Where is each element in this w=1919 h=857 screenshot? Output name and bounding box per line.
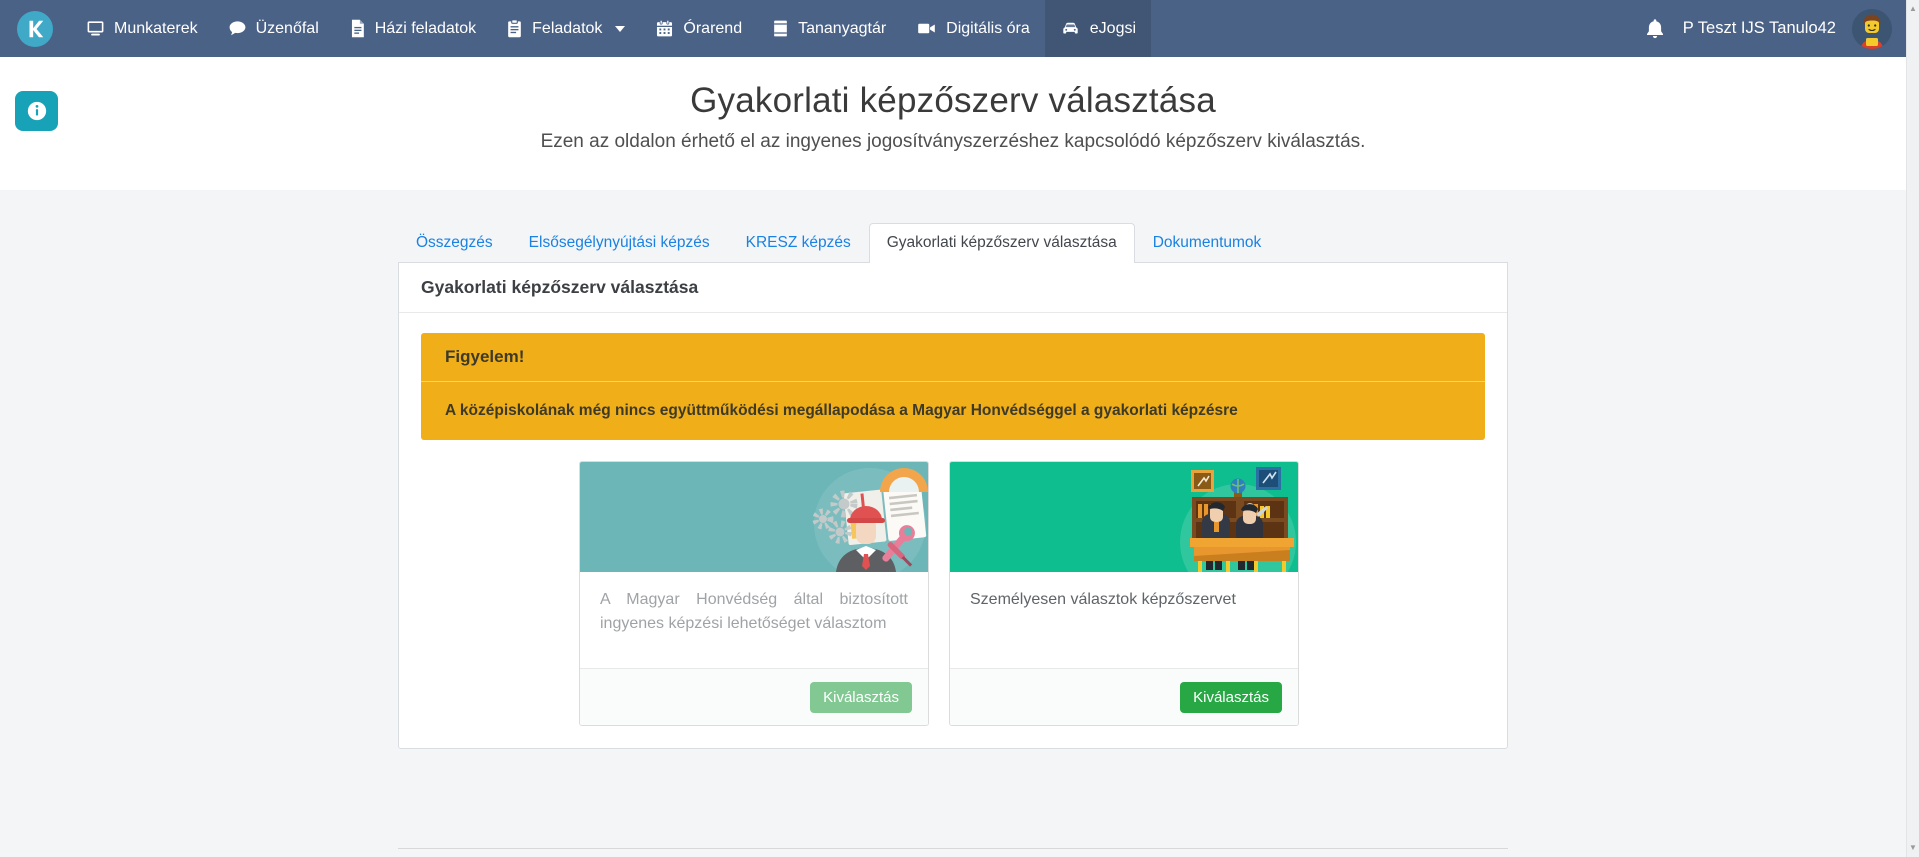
nav-item-hazi-feladatok[interactable]: Házi feladatok xyxy=(334,0,491,57)
car-icon xyxy=(1060,19,1081,38)
book-icon xyxy=(772,19,789,38)
scrollbar-up-arrow-icon[interactable]: ▲ xyxy=(1907,2,1919,16)
card-personal-option: Személyesen választok képzőszervet Kivál… xyxy=(949,461,1299,726)
nav-item-ejogsi[interactable]: eJogsi xyxy=(1045,0,1151,57)
kreta-k-icon xyxy=(24,18,46,40)
kivalasztas-button-honvedseg[interactable]: Kiválasztás xyxy=(810,682,912,713)
page-title: Gyakorlati képzőszerv választása xyxy=(0,81,1906,121)
kreta-logo[interactable] xyxy=(17,11,53,47)
video-camera-icon xyxy=(916,19,937,38)
nav-item-label: Órarend xyxy=(683,20,742,38)
kivalasztas-button-personal[interactable]: Kiválasztás xyxy=(1180,682,1282,713)
tab-gyakorlati-kepzoszerv-valasztasa[interactable]: Gyakorlati képzőszerv választása xyxy=(869,223,1135,263)
footer-divider xyxy=(398,848,1508,849)
tab-bar: Összegzés Elsősegélynyújtási képzés KRES… xyxy=(398,222,1508,262)
nav-item-uzenofal[interactable]: Üzenőfal xyxy=(213,0,334,57)
avatar[interactable] xyxy=(1852,9,1892,49)
tab-osszegzes[interactable]: Összegzés xyxy=(398,223,511,262)
main-content: Összegzés Elsősegélynyújtási képzés KRES… xyxy=(0,190,1906,857)
panel: Gyakorlati képzőszerv választása Figyele… xyxy=(398,262,1508,749)
tab-elsosegelynyujtasi-kepzes[interactable]: Elsősegélynyújtási képzés xyxy=(511,223,728,262)
top-navbar: Munkaterek Üzenőfal Házi feladatok Felad… xyxy=(0,0,1906,57)
nav-item-label: Digitális óra xyxy=(946,20,1030,38)
tab-kresz-kepzes[interactable]: KRESZ képzés xyxy=(728,223,869,262)
page-scrollbar[interactable]: ▲ ▼ xyxy=(1906,0,1919,857)
cards-row: A Magyar Honvédség által biztosított ing… xyxy=(579,461,1485,726)
warning-box: Figyelem! A középiskolának még nincs egy… xyxy=(421,333,1485,440)
chat-icon xyxy=(228,19,247,38)
panel-title: Gyakorlati képzőszerv választása xyxy=(399,263,1507,313)
user-name[interactable]: P Teszt IJS Tanulo42 xyxy=(1683,19,1836,38)
clipboard-icon xyxy=(506,19,523,38)
nav-item-label: Üzenőfal xyxy=(256,20,319,38)
card-honvedseg-option: A Magyar Honvédség által biztosított ing… xyxy=(579,461,929,726)
notifications-bell-icon[interactable] xyxy=(1643,17,1667,41)
nav-item-orarend[interactable]: Órarend xyxy=(640,0,757,57)
warning-title: Figyelem! xyxy=(421,333,1485,382)
nav-item-feladatok[interactable]: Feladatok xyxy=(491,0,640,57)
nav-item-tananyagtar[interactable]: Tananyagtár xyxy=(757,0,901,57)
panel-body: Figyelem! A középiskolának még nincs egy… xyxy=(399,313,1507,748)
avatar-figure-icon xyxy=(1852,9,1892,49)
nav-item-label: Munkaterek xyxy=(114,20,198,38)
chevron-down-icon xyxy=(615,26,625,32)
tab-dokumentumok[interactable]: Dokumentumok xyxy=(1135,223,1280,262)
card-footer: Kiválasztás xyxy=(580,668,928,725)
nav-item-munkaterek[interactable]: Munkaterek xyxy=(71,0,213,57)
card-description: Személyesen választok képzőszervet xyxy=(950,572,1298,668)
monitor-icon xyxy=(86,19,105,38)
info-button[interactable] xyxy=(15,91,58,131)
warning-message: A középiskolának még nincs együttműködés… xyxy=(421,382,1485,440)
card-description: A Magyar Honvédség által biztosított ing… xyxy=(580,572,928,668)
document-icon xyxy=(349,19,366,38)
navbar-right: P Teszt IJS Tanulo42 xyxy=(1643,9,1906,49)
nav-item-label: Tananyagtár xyxy=(798,20,886,38)
nav-item-label: Házi feladatok xyxy=(375,20,476,38)
engineer-illustration xyxy=(580,462,928,572)
card-footer: Kiválasztás xyxy=(950,668,1298,725)
nav-item-label: Feladatok xyxy=(532,20,602,38)
scrollbar-down-arrow-icon[interactable]: ▼ xyxy=(1907,841,1919,855)
nav-item-label: eJogsi xyxy=(1090,20,1136,38)
page-header: Gyakorlati képzőszerv választása Ezen az… xyxy=(0,57,1906,190)
teachers-illustration xyxy=(950,462,1298,572)
nav-item-digitalis-ora[interactable]: Digitális óra xyxy=(901,0,1045,57)
nav-items: Munkaterek Üzenőfal Házi feladatok Felad… xyxy=(71,0,1151,57)
calendar-icon xyxy=(655,19,674,38)
page-subtitle: Ezen az oldalon érhető el az ingyenes jo… xyxy=(0,131,1906,153)
info-icon xyxy=(26,100,48,122)
